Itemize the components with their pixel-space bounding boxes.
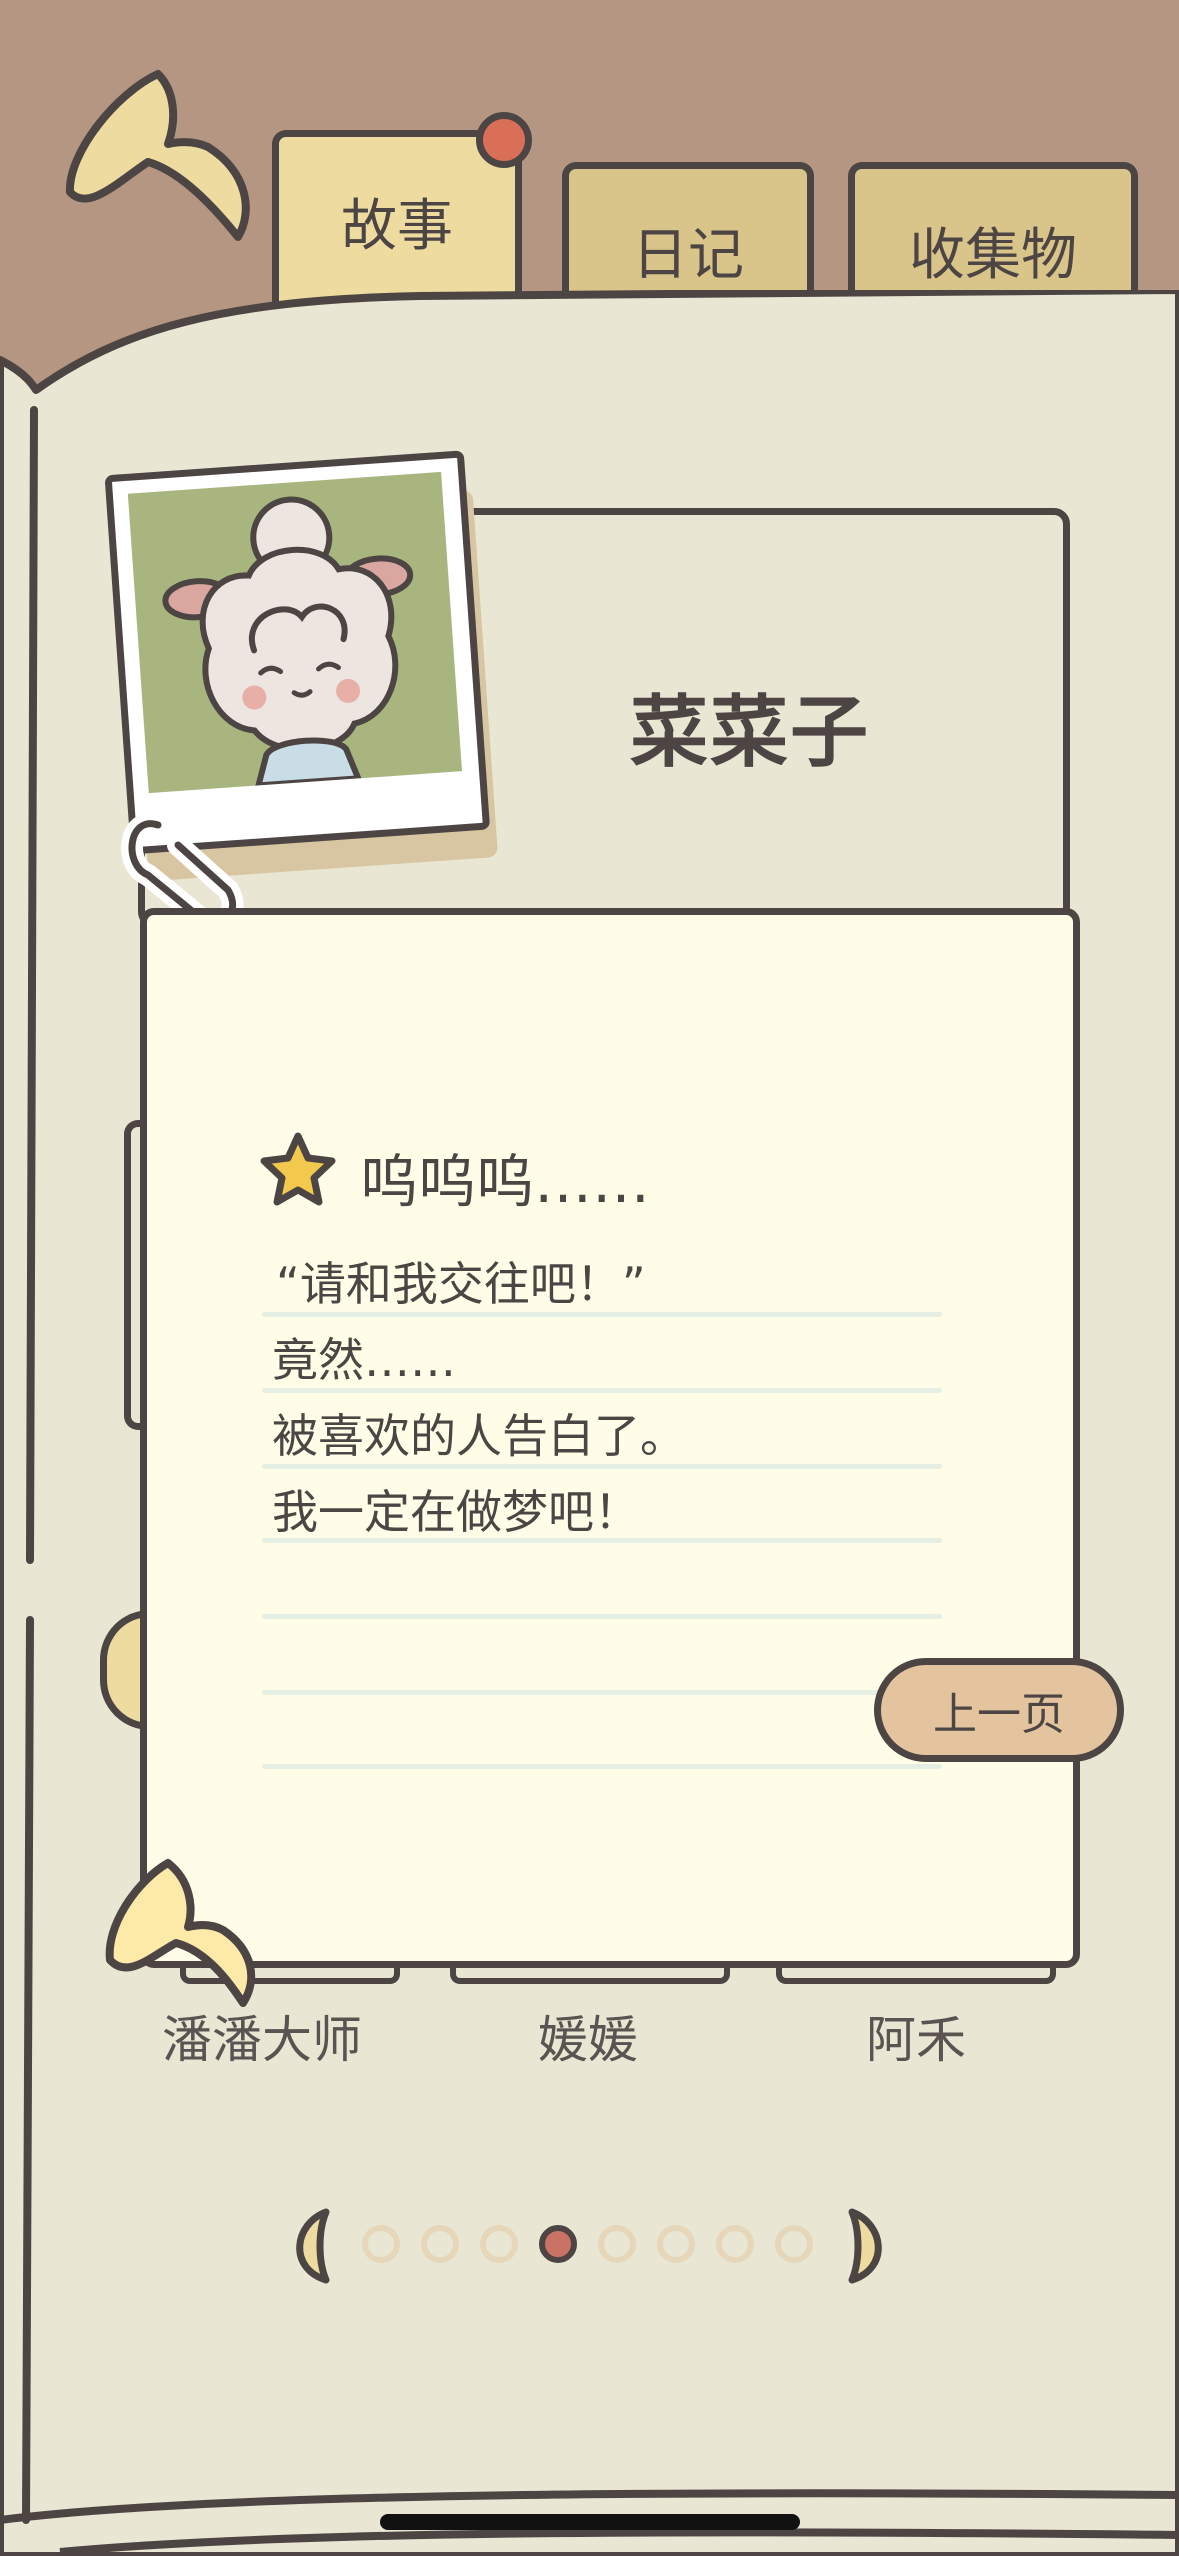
ruled-line [262, 1464, 942, 1469]
tab-diary[interactable]: 日记 [562, 162, 814, 302]
ruled-line [262, 1690, 942, 1695]
next-arrow-button[interactable] [846, 2206, 894, 2286]
home-indicator[interactable] [380, 2514, 800, 2530]
tab-collection-label: 收集物 [909, 223, 1077, 288]
story-title: 呜呜呜…… [360, 1148, 651, 1216]
chevron-right-icon [848, 2208, 882, 2284]
character-name-3[interactable]: 阿禾 [786, 2000, 1046, 2072]
back-button[interactable] [58, 62, 258, 252]
star-icon [256, 1128, 340, 1212]
chevron-left-icon [296, 2208, 330, 2284]
pagination-dot[interactable] [775, 2225, 813, 2263]
prev-page-button[interactable]: 上一页 [874, 1658, 1124, 1762]
tab-story-label: 故事 [341, 193, 453, 259]
tab-collection[interactable]: 收集物 [848, 162, 1138, 302]
story-line-4: 我一定在做梦吧！ [272, 1485, 640, 1539]
notification-dot [476, 112, 532, 168]
sheep-portrait [162, 496, 414, 789]
character-name: 菜菜子 [629, 688, 870, 778]
character-name-1[interactable]: 潘潘大师 [132, 2000, 392, 2072]
note-back-button[interactable] [98, 1855, 268, 2015]
ruled-line [262, 1388, 942, 1393]
back-arrow-icon [105, 1859, 256, 2007]
story-line-2: 竟然…… [272, 1333, 456, 1387]
prev-arrow-button[interactable] [284, 2206, 332, 2286]
pagination-dot[interactable] [539, 2225, 577, 2263]
ruled-line [262, 1538, 942, 1543]
pagination-dot[interactable] [716, 2225, 754, 2263]
prev-page-label: 上一页 [933, 1689, 1065, 1740]
pagination-dot[interactable] [480, 2225, 518, 2263]
story-line-3: 被喜欢的人告白了。 [272, 1409, 686, 1463]
tab-diary-label: 日记 [632, 223, 744, 288]
pagination-dot[interactable] [657, 2225, 695, 2263]
pagination-dot[interactable] [362, 2225, 400, 2263]
back-arrow-icon [65, 70, 250, 241]
ruled-line [262, 1312, 942, 1317]
ruled-line [262, 1764, 942, 1769]
pagination-dot[interactable] [598, 2225, 636, 2263]
ruled-line [262, 1614, 942, 1619]
story-line-1: “请和我交往吧！” [276, 1257, 646, 1311]
pagination-dot[interactable] [421, 2225, 459, 2263]
character-name-2[interactable]: 媛媛 [458, 2000, 718, 2072]
